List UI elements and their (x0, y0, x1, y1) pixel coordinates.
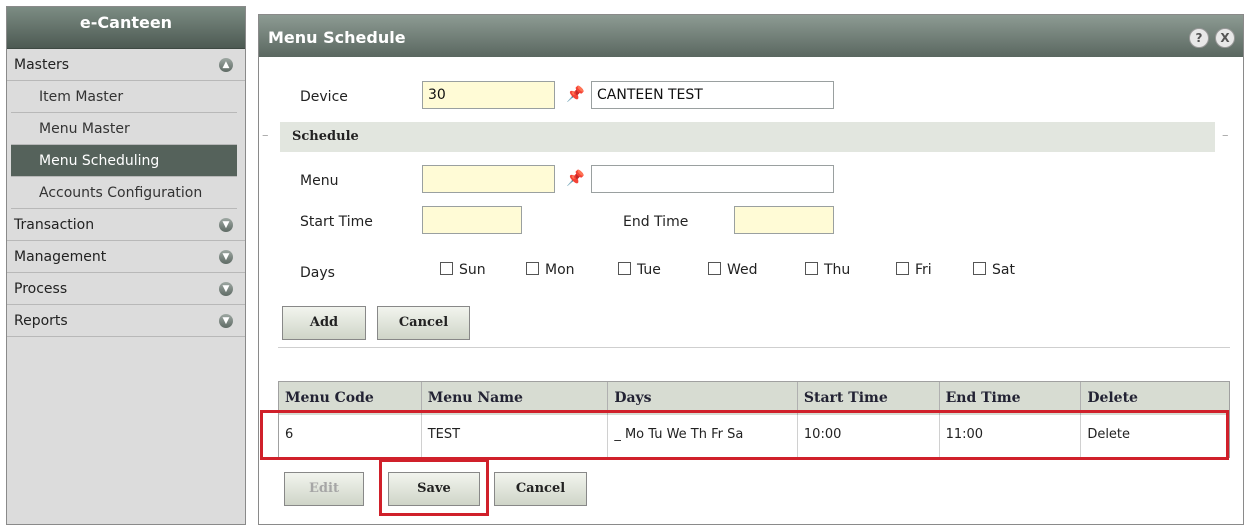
end-time-input[interactable] (734, 206, 834, 234)
pin-icon[interactable]: 📌 (566, 85, 585, 103)
expand-icon[interactable]: ▼ (219, 250, 233, 264)
menu-code-input[interactable] (422, 165, 555, 193)
nav-item-menu-scheduling[interactable]: Menu Scheduling (11, 145, 237, 177)
checkbox-icon[interactable] (440, 262, 453, 275)
device-label: Device (300, 89, 348, 105)
cancel-button[interactable]: Cancel (377, 306, 470, 340)
nav-section-label: Masters (14, 57, 70, 73)
panel-title: Menu Schedule (268, 28, 406, 47)
add-button[interactable]: Add (282, 306, 366, 340)
checkbox-icon[interactable] (618, 262, 631, 275)
expand-icon[interactable]: ▼ (219, 314, 233, 328)
nav-section-label: Management (14, 249, 107, 265)
nav-section-management[interactable]: Management ▼ (7, 241, 245, 273)
checkbox-icon[interactable] (973, 262, 986, 275)
day-checkbox-fri[interactable]: Fri (896, 262, 932, 278)
end-time-label: End Time (623, 214, 689, 230)
nav-section-process[interactable]: Process ▼ (7, 273, 245, 305)
nav-section-label: Process (14, 281, 68, 297)
checkbox-icon[interactable] (526, 262, 539, 275)
menu-name-input[interactable] (591, 165, 834, 193)
collapse-icon[interactable]: ▲ (219, 58, 233, 72)
help-icon[interactable]: ? (1189, 28, 1209, 48)
section-divider: – (1222, 128, 1229, 143)
checkbox-icon[interactable] (896, 262, 909, 275)
nav-section-label: Transaction (14, 217, 95, 233)
sidebar: e-Canteen Masters ▲ Item Master Menu Mas… (6, 6, 246, 525)
close-icon[interactable]: X (1215, 28, 1235, 48)
device-name-input[interactable] (591, 81, 834, 109)
day-checkbox-sun[interactable]: Sun (440, 262, 486, 278)
nav-item-menu-master[interactable]: Menu Master (11, 113, 237, 145)
nav-section-masters[interactable]: Masters ▲ (7, 49, 245, 81)
day-checkbox-sat[interactable]: Sat (973, 262, 1015, 278)
save-button[interactable]: Save (388, 472, 480, 506)
day-checkbox-thu[interactable]: Thu (805, 262, 850, 278)
pin-icon[interactable]: 📌 (566, 169, 585, 187)
day-checkbox-wed[interactable]: Wed (708, 262, 758, 278)
panel-header: Menu Schedule ? X (259, 15, 1243, 57)
edit-button[interactable]: Edit (284, 472, 364, 506)
nav-section-label: Reports (14, 313, 68, 329)
nav-item-accounts-configuration[interactable]: Accounts Configuration (11, 177, 237, 209)
menu-label: Menu (300, 173, 339, 189)
divider (278, 347, 1230, 348)
device-code-input[interactable] (422, 81, 555, 109)
nav-section-transaction[interactable]: Transaction ▼ (7, 209, 245, 241)
cancel-footer-button[interactable]: Cancel (494, 472, 587, 506)
nav-section-reports[interactable]: Reports ▼ (7, 305, 245, 337)
row-highlight (260, 410, 1229, 460)
day-checkbox-tue[interactable]: Tue (618, 262, 661, 278)
section-divider: – (262, 128, 269, 143)
app-title: e-Canteen (7, 7, 245, 49)
checkbox-icon[interactable] (708, 262, 721, 275)
checkbox-icon[interactable] (805, 262, 818, 275)
start-time-label: Start Time (300, 214, 373, 230)
schedule-section-header: Schedule (280, 122, 1215, 152)
expand-icon[interactable]: ▼ (219, 218, 233, 232)
expand-icon[interactable]: ▼ (219, 282, 233, 296)
start-time-input[interactable] (422, 206, 522, 234)
day-checkbox-mon[interactable]: Mon (526, 262, 575, 278)
days-label: Days (300, 265, 335, 281)
nav-item-item-master[interactable]: Item Master (11, 81, 237, 113)
